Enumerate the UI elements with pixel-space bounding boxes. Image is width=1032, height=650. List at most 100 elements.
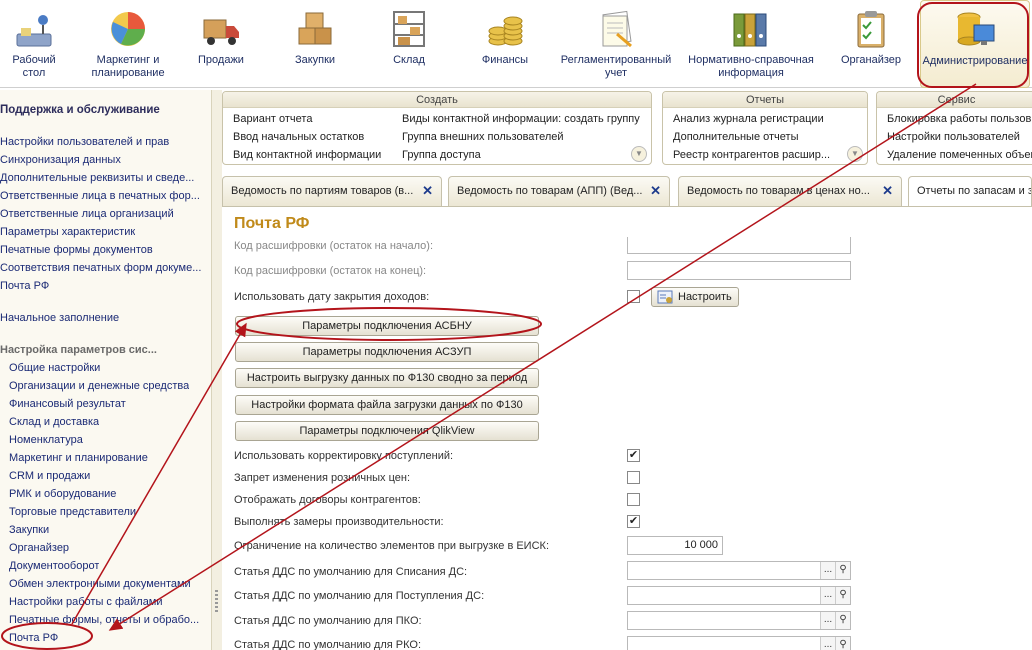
truck-icon [200, 8, 242, 50]
nav-item[interactable]: Настройки пользователей и прав [0, 136, 169, 148]
pie-chart-icon [107, 8, 149, 50]
reports-panel: Отчеты Анализ журнала регистрации Дополн… [662, 91, 868, 165]
service-action[interactable]: Блокировка работы пользов [887, 113, 1031, 125]
report-action[interactable]: Анализ журнала регистрации [673, 113, 824, 125]
correction-checkbox[interactable]: ✔ [627, 449, 640, 462]
asbnu-connection-button[interactable]: Параметры подключения АСБНУ [235, 316, 539, 336]
service-action[interactable]: Настройки пользователей [887, 131, 1020, 143]
show-contracts-checkbox[interactable] [627, 493, 640, 506]
use-close-date-label: Использовать дату закрытия доходов: [234, 291, 430, 303]
shelf-icon [388, 8, 430, 50]
search-icon[interactable]: ⚲ [835, 637, 850, 650]
dds-receipt-field[interactable]: ... ⚲ [627, 586, 851, 605]
section-marketing[interactable]: Маркетинг и планирование [84, 0, 172, 88]
decode-end-field[interactable] [627, 261, 851, 280]
close-icon[interactable]: ✕ [422, 183, 433, 199]
limit-input[interactable]: 10 000 [627, 536, 723, 555]
nav-item[interactable]: Печатные формы, отчеты и обрабо... [9, 614, 209, 626]
nav-item[interactable]: Ответственные лица в печатных фор... [0, 190, 200, 202]
form-title: Почта РФ [234, 215, 310, 232]
left-navigation-panel: Поддержка и обслуживание Настройки польз… [0, 90, 212, 650]
create-action[interactable]: Вид контактной информации [233, 149, 381, 161]
f130-export-button[interactable]: Настроить выгрузку данных по Ф130 сводно… [235, 368, 539, 388]
nav-item[interactable]: Номенклатура [9, 434, 83, 446]
nav-item[interactable]: Закупки [9, 524, 49, 536]
nav-item[interactable]: Ответственные лица организаций [0, 208, 174, 220]
nav-item[interactable]: CRM и продажи [9, 470, 90, 482]
section-warehouse[interactable]: Склад [376, 0, 442, 88]
dds-writeoff-field[interactable]: ... ⚲ [627, 561, 851, 580]
section-sales[interactable]: Продажи [188, 0, 254, 88]
section-organizer[interactable]: Органайзер [834, 0, 908, 88]
documents-icon [595, 8, 637, 50]
search-icon[interactable]: ⚲ [835, 612, 850, 629]
section-admin[interactable]: Администрирование [920, 0, 1030, 88]
dds-label: Статья ДДС по умолчанию для ПКО: [234, 615, 422, 627]
choose-button[interactable]: ... [820, 587, 835, 604]
section-heading-settings: Настройка параметров сис... [0, 344, 157, 356]
database-monitor-icon [954, 9, 996, 51]
create-action[interactable]: Группа внешних пользователей [402, 131, 564, 143]
tab-window[interactable]: Ведомость по партиям товаров (в... ✕ [222, 176, 442, 206]
qlikview-connection-button[interactable]: Параметры подключения QlikView [235, 421, 539, 441]
tab-window[interactable]: Ведомость по товарам в ценах но... ✕ [678, 176, 902, 206]
nav-item[interactable]: Общие настройки [9, 362, 100, 374]
choose-button[interactable]: ... [820, 562, 835, 579]
nav-item[interactable]: Торговые представители [9, 506, 136, 518]
binders-icon [730, 8, 772, 50]
nav-item[interactable]: Соответствия печатных форм докуме... [0, 262, 201, 274]
expand-icon[interactable]: ▼ [847, 146, 863, 162]
performance-checkbox[interactable]: ✔ [627, 515, 640, 528]
service-panel: Сервис Блокировка работы пользов Настрой… [876, 91, 1032, 165]
section-reference[interactable]: Нормативно-справочная информация [686, 0, 816, 88]
expand-icon[interactable]: ▼ [631, 146, 647, 162]
section-desktop[interactable]: Рабочий стол [0, 0, 68, 88]
retail-price-lock-checkbox[interactable] [627, 471, 640, 484]
dds-pko-field[interactable]: ... ⚲ [627, 611, 851, 630]
nav-item-pochta-rf-top[interactable]: Почта РФ [0, 280, 49, 292]
f130-format-button[interactable]: Настройки формата файла загрузки данных … [235, 395, 539, 415]
choose-button[interactable]: ... [820, 637, 835, 650]
create-action[interactable]: Группа доступа [402, 149, 481, 161]
nav-item[interactable]: Финансовый результат [9, 398, 126, 410]
nav-item[interactable]: РМК и оборудование [9, 488, 116, 500]
create-action[interactable]: Ввод начальных остатков [233, 131, 364, 143]
use-close-date-checkbox[interactable] [627, 290, 640, 303]
nav-item[interactable]: Настройки работы с файлами [9, 596, 163, 608]
nav-item[interactable]: Печатные формы документов [0, 244, 153, 256]
nav-item[interactable]: Параметры характеристик [0, 226, 135, 238]
dds-rko-field[interactable]: ... ⚲ [627, 636, 851, 650]
section-finance[interactable]: Финансы [472, 0, 538, 88]
create-action[interactable]: Вариант отчета [233, 113, 312, 125]
tab-window[interactable]: Отчеты по запасам и за [908, 176, 1032, 206]
configure-button[interactable]: Настроить [651, 287, 739, 307]
nav-item[interactable]: Синхронизация данных [0, 154, 121, 166]
service-action[interactable]: Удаление помеченных объект [887, 149, 1032, 161]
search-icon[interactable]: ⚲ [835, 562, 850, 579]
choose-button[interactable]: ... [820, 612, 835, 629]
nav-item[interactable]: Склад и доставка [9, 416, 99, 428]
nav-item[interactable]: Организации и денежные средства [9, 380, 189, 392]
panel-splitter[interactable] [212, 90, 222, 650]
decode-start-field[interactable] [627, 237, 851, 254]
create-action[interactable]: Виды контактной информации: создать груп… [402, 113, 640, 125]
search-icon[interactable]: ⚲ [835, 587, 850, 604]
section-purchases[interactable]: Закупки [282, 0, 348, 88]
nav-item[interactable]: Документооборот [9, 560, 99, 572]
nav-item[interactable]: Органайзер [9, 542, 69, 554]
report-action[interactable]: Дополнительные отчеты [673, 131, 798, 143]
nav-item[interactable]: Обмен электронными документами [9, 578, 191, 590]
tab-window[interactable]: Ведомость по товарам (АПП) (Вед... ✕ [448, 176, 670, 206]
nav-item[interactable]: Дополнительные реквизиты и сведе... [0, 172, 194, 184]
report-action[interactable]: Реестр контрагентов расшир... [673, 149, 830, 161]
section-reg-accounting[interactable]: Регламентированный учет [558, 0, 674, 88]
limit-label: Ограничение на количество элементов при … [234, 540, 549, 552]
desktop-icon [13, 8, 55, 50]
aszup-connection-button[interactable]: Параметры подключения АСЗУП [235, 342, 539, 362]
close-icon[interactable]: ✕ [882, 183, 893, 199]
nav-item-pochta-rf[interactable]: Почта РФ [9, 632, 58, 644]
open-windows-tabs: Ведомость по партиям товаров (в... ✕ Ведо… [222, 176, 1032, 206]
nav-item-initial-fill[interactable]: Начальное заполнение [0, 312, 119, 324]
nav-item[interactable]: Маркетинг и планирование [9, 452, 148, 464]
close-icon[interactable]: ✕ [650, 183, 661, 199]
